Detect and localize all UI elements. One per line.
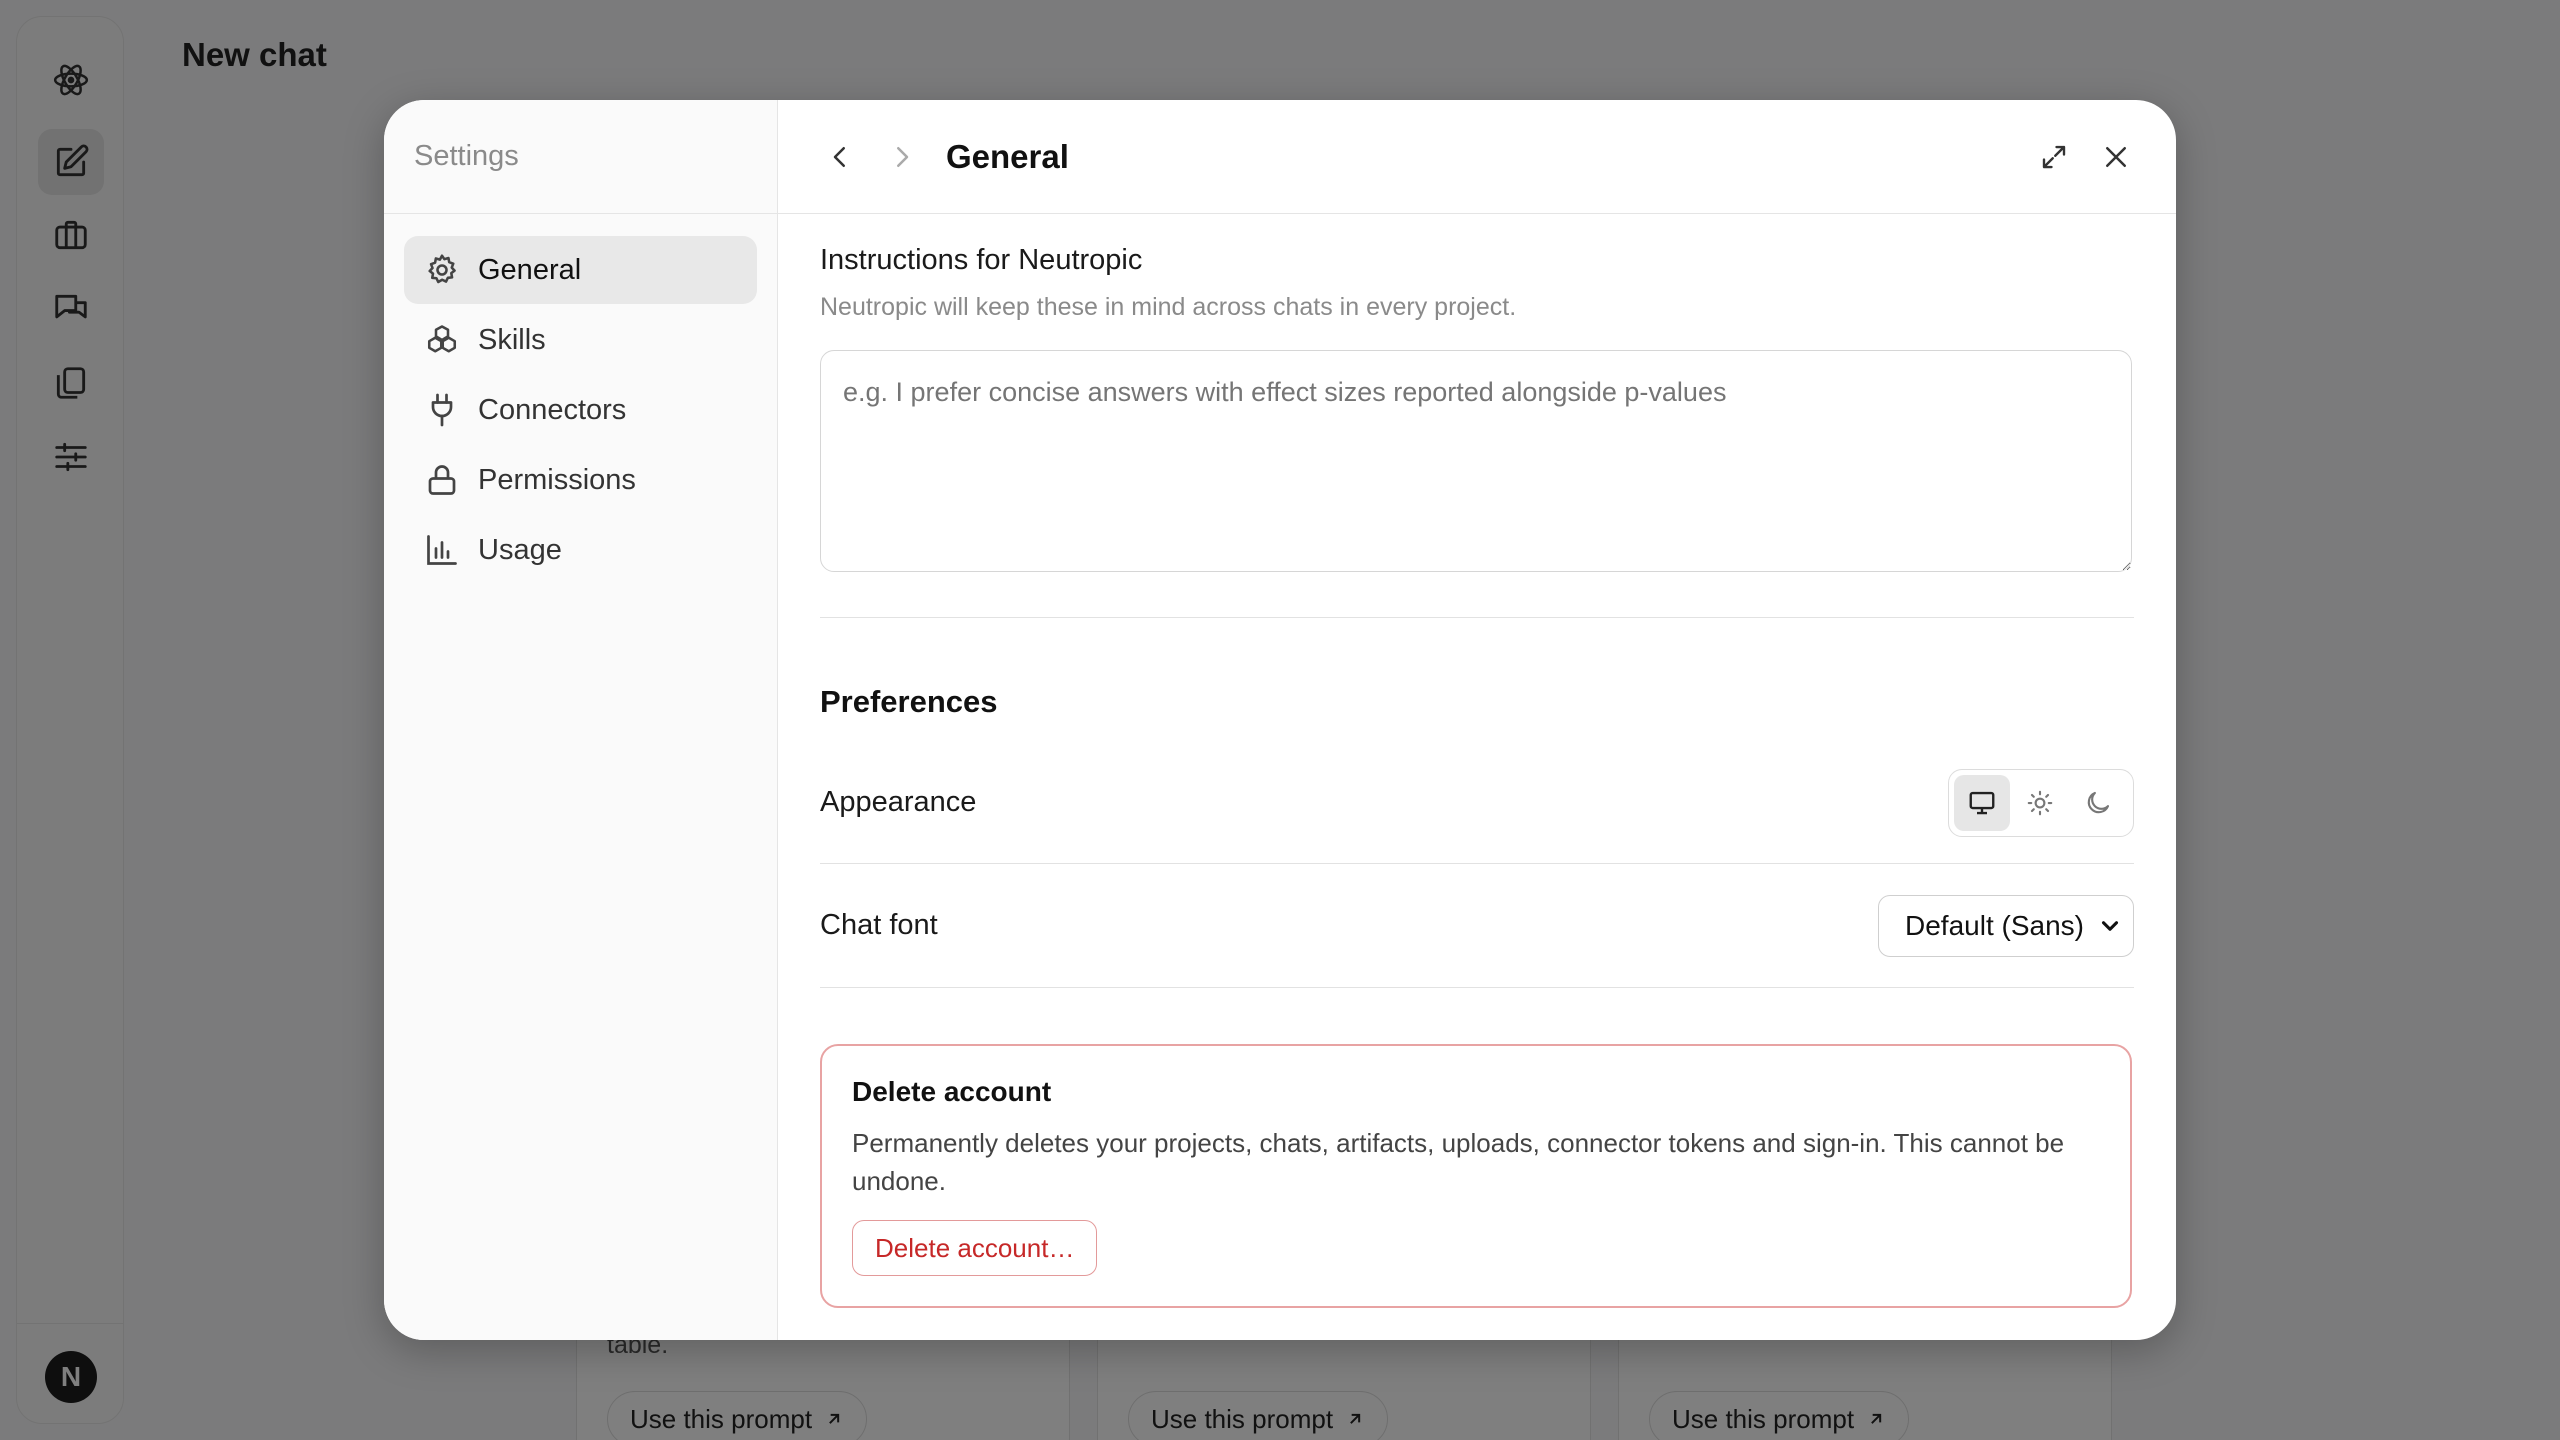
instructions-label: Instructions for Neutropic [820, 244, 1143, 276]
content-title: General [946, 137, 1069, 175]
settings-modal: Settings General Skills Connectors Permi… [384, 100, 2176, 1340]
nav-item-connectors[interactable]: Connectors [404, 376, 757, 444]
section-divider [820, 617, 2134, 618]
appearance-label: Appearance [820, 786, 977, 818]
content-header: General [778, 100, 2176, 214]
expand-button[interactable] [2032, 135, 2076, 179]
moon-icon [2087, 791, 2110, 813]
nav-label: Connectors [478, 393, 627, 426]
chevron-left-icon [833, 146, 845, 167]
appearance-system-button[interactable] [1954, 774, 2010, 831]
sun-icon [2027, 790, 2053, 815]
nav-item-general[interactable]: General [404, 236, 757, 304]
appearance-toggle [1948, 768, 2134, 837]
nav-label: Skills [478, 323, 546, 356]
expand-icon [2042, 145, 2066, 169]
forward-button[interactable] [880, 135, 924, 179]
chevron-down-icon [2101, 920, 2119, 931]
nav-label: Usage [478, 533, 562, 566]
chat-font-value: Default (Sans) [1905, 909, 2084, 941]
nav-label: Permissions [478, 463, 636, 496]
chat-font-row: Chat font Default (Sans) [820, 864, 2134, 988]
appearance-light-button[interactable] [2012, 775, 2068, 831]
chevron-right-icon [897, 146, 909, 167]
lock-icon [428, 465, 456, 495]
settings-title: Settings [384, 100, 777, 214]
chat-font-select[interactable]: Default (Sans) [1878, 894, 2134, 957]
preferences-title: Preferences [820, 684, 998, 719]
nav-item-usage[interactable]: Usage [404, 516, 757, 584]
instructions-input[interactable] [820, 350, 2132, 572]
settings-content: General Instructions for Neutropic Neutr… [778, 100, 2176, 1340]
delete-account-panel: Delete account Permanently deletes your … [820, 1044, 2132, 1308]
delete-account-description: Permanently deletes your projects, chats… [852, 1128, 2065, 1196]
appearance-dark-button[interactable] [2070, 775, 2126, 831]
delete-account-title: Delete account [852, 1076, 1052, 1107]
plug-icon [431, 393, 453, 427]
nav-label: General [478, 253, 582, 286]
close-button[interactable] [2094, 135, 2138, 179]
gear-icon [428, 254, 456, 284]
delete-account-button[interactable]: Delete account… [852, 1220, 1098, 1276]
nav-item-permissions[interactable]: Permissions [404, 446, 757, 514]
instructions-sublabel: Neutropic will keep these in mind across… [820, 293, 1517, 321]
bar-chart-icon [427, 535, 457, 565]
settings-nav: Settings General Skills Connectors Permi… [384, 100, 778, 1340]
monitor-icon [1969, 791, 1995, 814]
back-button[interactable] [818, 135, 862, 179]
skills-icon [427, 325, 457, 353]
close-icon [2106, 147, 2126, 167]
nav-item-skills[interactable]: Skills [404, 306, 757, 374]
appearance-row: Appearance [820, 742, 2134, 864]
chat-font-label: Chat font [820, 909, 938, 941]
